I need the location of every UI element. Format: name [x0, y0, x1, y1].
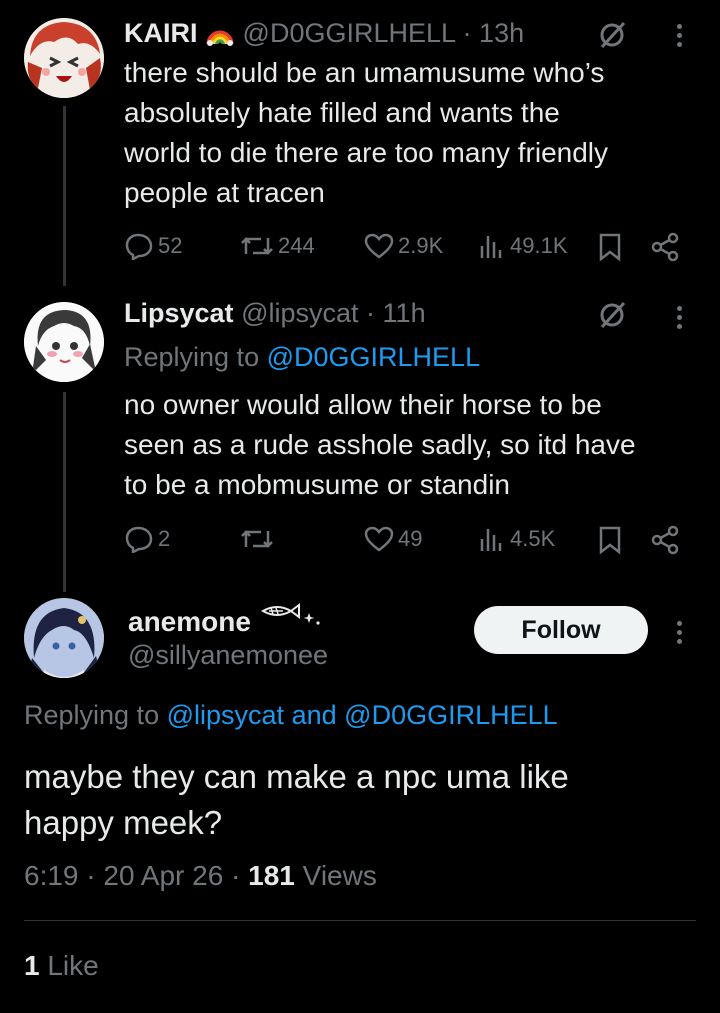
heart-icon — [364, 233, 394, 259]
rainbow-emoji-icon — [205, 20, 235, 46]
repost-count: 244 — [278, 233, 315, 258]
replying-prefix: Replying to — [124, 342, 260, 372]
separator-dot: · — [366, 298, 376, 328]
replying-handle[interactable]: @D0GGIRLHELL — [344, 700, 557, 730]
likes-count: 1 — [24, 950, 40, 981]
views-button[interactable]: 49.1K — [478, 232, 568, 260]
replying-handle[interactable]: @D0GGIRLHELL — [267, 342, 480, 372]
tweet-date[interactable]: 20 Apr 26 — [103, 860, 223, 891]
like-count: 2.9K — [398, 233, 444, 258]
tweet-line: no owner would allow their horse to be — [124, 389, 602, 420]
reply-button[interactable]: 2 — [124, 525, 170, 553]
tweet-line: maybe they can make a npc uma like — [24, 758, 569, 795]
thread-line-2 — [63, 392, 66, 592]
replying-to: Replying to @D0GGIRLHELL — [124, 342, 480, 373]
reply-icon — [125, 526, 153, 553]
views-button[interactable]: 4.5K — [478, 525, 555, 553]
divider — [24, 920, 696, 921]
tweet-line: world to die there are too many friendly — [124, 137, 609, 168]
handle[interactable]: @D0GGIRLHELL — [243, 18, 455, 48]
replying-handle[interactable]: @lipsycat — [167, 700, 284, 730]
more-icon[interactable] — [677, 302, 683, 333]
grok-icon[interactable] — [598, 20, 628, 55]
more-icon[interactable] — [677, 617, 683, 648]
tweet-line: there should be an umamusume who’s — [124, 57, 605, 88]
fish-emoji-icon — [259, 601, 321, 634]
view-count: 49.1K — [510, 233, 568, 258]
repost-icon — [241, 237, 273, 255]
views-icon — [480, 236, 502, 258]
views-count: 181 — [248, 860, 295, 891]
share-icon[interactable] — [650, 525, 680, 560]
tweet1-text: there should be an umamusume who’s absol… — [124, 53, 694, 213]
avatar-anemone[interactable] — [24, 598, 104, 678]
reply-count: 52 — [158, 233, 183, 258]
heart-icon — [364, 526, 394, 552]
main-tweet-text: maybe they can make a npc uma like happy… — [24, 754, 694, 846]
grok-icon[interactable] — [598, 300, 628, 335]
repost-icon — [241, 530, 273, 548]
tweet2-text: no owner would allow their horse to be s… — [124, 385, 694, 505]
tweet-line: absolutely hate filled and wants the — [124, 97, 560, 128]
views-icon — [480, 529, 502, 551]
like-count: 49 — [398, 526, 423, 551]
thread-line-1 — [63, 106, 66, 286]
separator-dot: · — [231, 860, 241, 891]
display-name[interactable]: anemone — [128, 606, 251, 637]
view-count: 4.5K — [510, 526, 556, 551]
replying-prefix: Replying to — [24, 700, 160, 730]
views-label: Views — [302, 860, 377, 891]
timestamp[interactable]: 13h — [479, 18, 524, 48]
like-button[interactable]: 2.9K — [364, 232, 443, 260]
bookmark-icon[interactable] — [598, 525, 622, 560]
tweet-line: happy meek? — [24, 804, 223, 841]
tweet1-header: KAIRI @D0GGIRLHELL · 13h — [124, 18, 524, 49]
tweet-line: to be a mobmusume or standin — [124, 469, 510, 500]
more-icon[interactable] — [677, 20, 683, 51]
timestamp[interactable]: 11h — [383, 298, 426, 328]
tweet-time[interactable]: 6:19 — [24, 860, 79, 891]
bookmark-icon[interactable] — [598, 232, 622, 267]
avatar-lipsycat[interactable] — [24, 302, 104, 382]
main-replying-to: Replying to @lipsycat and @D0GGIRLHELL — [24, 700, 558, 731]
separator-dot: · — [462, 18, 472, 48]
handle[interactable]: @sillyanemonee — [128, 640, 328, 671]
tweet-metadata: 6:19 · 20 Apr 26 · 181 Views — [24, 860, 377, 892]
share-icon[interactable] — [650, 232, 680, 267]
tweet-line: seen as a rude asshole sadly, so itd hav… — [124, 429, 636, 460]
follow-button[interactable]: Follow — [474, 606, 648, 654]
reply-button[interactable]: 52 — [124, 232, 182, 260]
avatar-kairi[interactable] — [24, 18, 104, 98]
display-name[interactable]: Lipsycat — [124, 298, 234, 328]
like-button[interactable]: 49 — [364, 525, 422, 553]
repost-button[interactable] — [240, 525, 278, 553]
display-name[interactable]: KAIRI — [124, 18, 198, 48]
main-name-row: anemone — [128, 601, 321, 638]
likes-label: Like — [47, 950, 99, 981]
replying-and: and — [291, 700, 337, 730]
reply-icon — [125, 233, 153, 260]
reply-count: 2 — [158, 526, 171, 551]
repost-button[interactable]: 244 — [240, 232, 315, 260]
likes-summary[interactable]: 1 Like — [24, 950, 99, 982]
tweet-line: people at tracen — [124, 177, 325, 208]
tweet2-header: Lipsycat @lipsycat · 11h — [124, 298, 426, 329]
separator-dot: · — [86, 860, 96, 891]
handle[interactable]: @lipsycat — [241, 298, 358, 328]
